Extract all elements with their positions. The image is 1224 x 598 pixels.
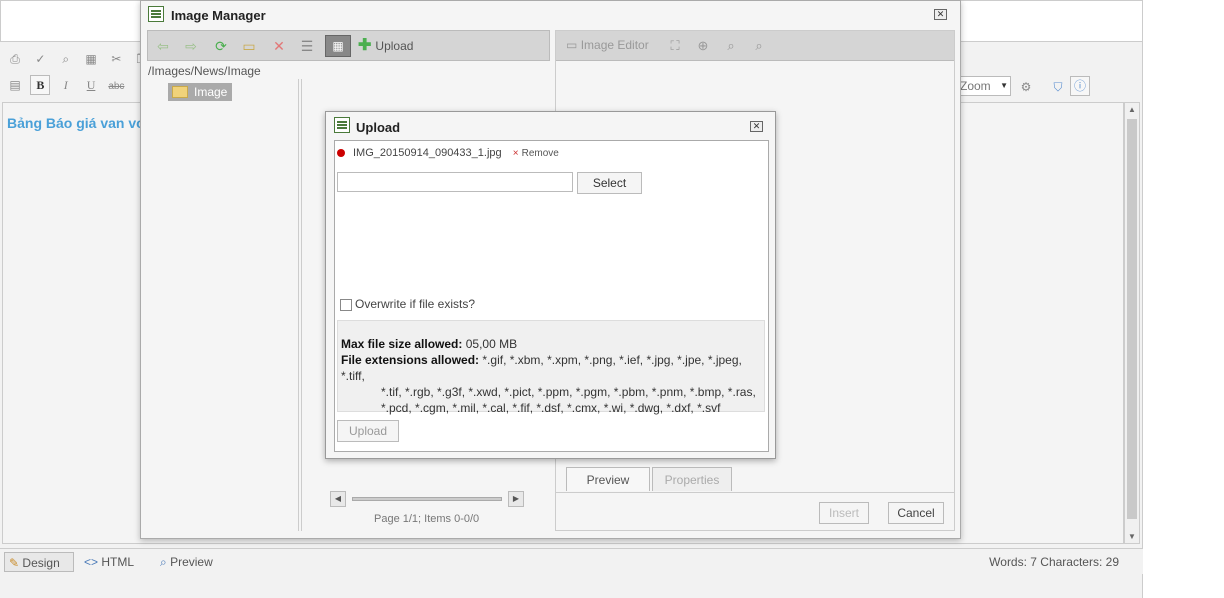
upload-dialog-title: Upload <box>356 120 401 135</box>
close-icon[interactable]: ✕ <box>750 121 763 132</box>
select-all-icon[interactable]: ▦ <box>81 49 101 69</box>
extensions-list: *.tif, *.rgb, *.g3f, *.xwd, *.pict, *.pp… <box>381 385 756 415</box>
pencil-icon: ✎ <box>9 556 20 570</box>
extensions-label: File extensions allowed: <box>341 353 480 367</box>
remove-link[interactable]: Remove <box>522 148 559 159</box>
editor-toolbar-right: Zoom ▼ ⚙ ⛉ ⓘ <box>955 74 1098 98</box>
max-size-label: Max file size allowed: <box>341 337 463 351</box>
image-editor-icon: ▭ <box>566 38 578 52</box>
tab-preview[interactable]: ⌕ Preview <box>160 552 213 572</box>
format-icon[interactable]: ▤ <box>5 75 25 95</box>
magnifier-icon: ⌕ <box>160 555 167 569</box>
zoom-label: Zoom <box>960 79 991 93</box>
overwrite-label: Overwrite if file exists? <box>355 297 476 311</box>
strikethrough-button[interactable]: abc <box>106 77 126 97</box>
tab-design[interactable]: ✎ Design <box>4 552 74 572</box>
scroll-down-icon[interactable]: ▼ <box>1128 532 1136 541</box>
editor-content-text: Bảng Báo giá van vo <box>7 115 145 131</box>
zoom-out-icon[interactable]: ⌕ <box>750 37 768 55</box>
new-folder-icon[interactable]: ▭ <box>240 37 258 55</box>
upload-panel: IMG_20150914_090433_1.jpg × Remove Selec… <box>334 140 769 452</box>
close-icon[interactable]: ✕ <box>934 9 947 20</box>
cancel-button[interactable]: Cancel <box>888 502 944 524</box>
word-count-stats: Words: 7 Characters: 29 <box>989 555 1119 569</box>
fit-icon[interactable]: ⛶ <box>666 37 684 55</box>
image-editor-toolbar: ▭ Image Editor ⛶ ⊕ ⌕ ⌕ <box>556 31 954 61</box>
folder-icon <box>172 86 188 98</box>
tab-properties[interactable]: Properties <box>652 467 732 491</box>
image-editor-label: Image Editor <box>580 38 649 52</box>
overwrite-option[interactable]: Overwrite if file exists? <box>340 297 475 311</box>
image-manager-titlebar[interactable]: Image Manager ✕ <box>141 1 960 28</box>
image-editor-button[interactable]: ▭ Image Editor <box>566 38 649 52</box>
selected-file-item: IMG_20150914_090433_1.jpg × Remove <box>337 147 559 159</box>
current-path: /Images/News/Image <box>148 64 261 78</box>
upload-submit-button[interactable]: Upload <box>337 420 399 442</box>
extensions-row: File extensions allowed: *.gif, *.xbm, *… <box>341 352 760 416</box>
code-icon: <> <box>84 555 99 569</box>
max-size-row: Max file size allowed: 05,00 MB <box>341 336 760 352</box>
forward-icon[interactable]: ⇨ <box>182 37 200 55</box>
upload-button[interactable]: ✚ Upload <box>358 37 413 55</box>
plus-icon: ✚ <box>358 37 372 54</box>
file-path-input[interactable] <box>337 172 573 192</box>
chevron-down-icon: ▼ <box>1000 81 1008 90</box>
zoom-select[interactable]: Zoom ▼ <box>955 76 1011 96</box>
pager-slider[interactable]: ◀ ▶ <box>330 491 526 507</box>
refresh-icon[interactable]: ⟳ <box>212 37 230 55</box>
tree-node-image[interactable]: Image <box>168 83 232 101</box>
actual-size-icon[interactable]: ⊕ <box>694 37 712 55</box>
upload-dialog: Upload ✕ IMG_20150914_090433_1.jpg × Rem… <box>325 111 776 459</box>
folder-tree: Image <box>147 79 299 531</box>
file-name: IMG_20150914_090433_1.jpg <box>353 147 502 159</box>
list-view-icon[interactable]: ☰ <box>298 37 316 55</box>
spellcheck-icon[interactable]: ✓ <box>30 49 50 69</box>
overwrite-checkbox[interactable] <box>340 298 352 311</box>
tab-html-label: HTML <box>101 555 135 569</box>
select-file-button[interactable]: Select <box>577 172 642 194</box>
upload-window-icon <box>334 117 350 133</box>
editor-status-bar: ✎ Design <> HTML ⌕ Preview Words: 7 Char… <box>0 548 1143 574</box>
about-icon[interactable]: ⓘ <box>1070 76 1090 96</box>
tab-preview-image[interactable]: Preview <box>566 467 650 491</box>
italic-button[interactable]: I <box>56 75 76 95</box>
window-icon <box>148 6 164 22</box>
tab-html[interactable]: <> HTML <box>84 552 134 572</box>
image-manager-title: Image Manager <box>171 8 266 23</box>
tree-node-label: Image <box>194 85 228 99</box>
tab-preview-label: Preview <box>170 555 213 569</box>
modules-icon[interactable]: ⚙ <box>1016 77 1036 97</box>
find-icon[interactable]: ⌕ <box>56 49 76 69</box>
tab-design-label: Design <box>22 556 60 570</box>
editor-scrollbar[interactable]: ▲ ▼ <box>1124 102 1140 544</box>
zoom-in-icon[interactable]: ⌕ <box>722 37 740 55</box>
pager-info: Page 1/1; Items 0-0/0 <box>374 513 480 525</box>
image-manager-toolbar: ⇦ ⇨ ⟳ ▭ ✕ ☰ ▦ ✚ Upload <box>147 30 550 61</box>
remove-icon[interactable]: × <box>513 148 519 159</box>
image-editor-tabs: Preview Properties <box>556 465 954 493</box>
back-icon[interactable]: ⇦ <box>154 37 172 55</box>
cut-icon[interactable]: ✂ <box>106 49 126 69</box>
upload-limits-info: Max file size allowed: 05,00 MB File ext… <box>337 320 765 415</box>
next-page-icon[interactable]: ▶ <box>508 491 524 507</box>
thumbnail-view-icon[interactable]: ▦ <box>325 35 351 57</box>
insert-button[interactable]: Insert <box>819 502 869 524</box>
upload-button-label: Upload <box>375 39 414 53</box>
print-icon[interactable]: ⎙ <box>5 49 25 69</box>
underline-button[interactable]: U <box>81 75 101 95</box>
file-status-icon <box>337 149 345 158</box>
slider-track[interactable] <box>352 497 502 501</box>
bold-button[interactable]: B <box>30 75 51 95</box>
clean-icon[interactable]: ⛉ <box>1048 77 1068 97</box>
scrollbar-thumb[interactable] <box>1127 119 1137 519</box>
max-size-value: 05,00 MB <box>465 337 518 351</box>
prev-page-icon[interactable]: ◀ <box>330 491 346 507</box>
delete-icon[interactable]: ✕ <box>270 37 288 55</box>
scroll-up-icon[interactable]: ▲ <box>1128 105 1136 114</box>
